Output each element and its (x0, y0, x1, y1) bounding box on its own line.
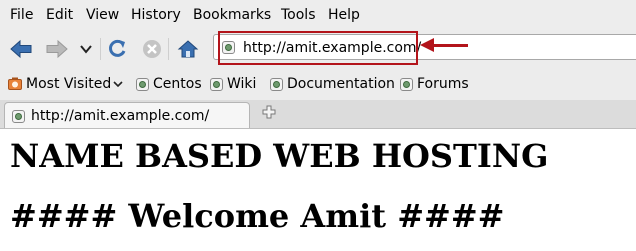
chevron-down-icon (113, 81, 123, 88)
bookmark-wiki[interactable]: Wiki (210, 76, 256, 92)
favicon-icon (136, 77, 149, 91)
home-button[interactable] (175, 36, 201, 62)
home-icon (177, 40, 199, 58)
bookmarks-toolbar: Most Visited Centos Wiki Documentation F… (0, 68, 636, 100)
bookmark-label: Documentation (287, 76, 395, 92)
plus-icon (262, 105, 276, 119)
most-visited-icon (8, 77, 22, 90)
stop-button[interactable] (139, 36, 165, 62)
page-content: NAME BASED WEB HOSTING #### Welcome Amit… (0, 128, 636, 251)
forward-button[interactable] (44, 36, 70, 62)
annotation-arrow-line (432, 44, 468, 47)
favicon-icon (400, 77, 413, 91)
bookmark-documentation[interactable]: Documentation (270, 76, 395, 92)
toolbar-separator (100, 38, 101, 60)
bookmark-label: Most Visited (26, 76, 112, 92)
tab-active[interactable]: http://amit.example.com/ (4, 102, 250, 128)
favicon-icon (210, 77, 223, 91)
bookmark-centos[interactable]: Centos (136, 76, 202, 92)
menu-history[interactable]: History (131, 7, 181, 23)
reload-icon (109, 39, 126, 57)
page-heading: NAME BASED WEB HOSTING (10, 137, 549, 175)
menu-view[interactable]: View (86, 7, 119, 23)
history-dropdown-button[interactable] (74, 36, 98, 62)
bookmark-label: Centos (153, 76, 202, 92)
forward-arrow-icon (46, 39, 68, 59)
menu-file[interactable]: File (10, 7, 33, 23)
menu-bar: File Edit View History Bookmarks Tools H… (0, 0, 636, 30)
stop-icon (143, 40, 161, 58)
favicon-icon (12, 110, 25, 123)
bookmark-forums[interactable]: Forums (400, 76, 469, 92)
bookmark-most-visited[interactable]: Most Visited (8, 76, 123, 92)
bookmark-label: Forums (417, 76, 469, 92)
back-arrow-icon (10, 39, 32, 59)
bookmark-label: Wiki (227, 76, 257, 92)
favicon-icon (270, 77, 283, 91)
url-highlight-box (218, 31, 418, 65)
reload-button[interactable] (104, 36, 130, 62)
chevron-down-icon (80, 45, 92, 54)
welcome-heading: #### Welcome Amit #### (10, 197, 505, 235)
new-tab-button[interactable] (259, 104, 279, 124)
menu-bookmarks[interactable]: Bookmarks (193, 7, 271, 23)
toolbar-separator (168, 38, 169, 60)
menu-help[interactable]: Help (328, 7, 360, 23)
menu-tools[interactable]: Tools (281, 7, 316, 23)
tab-title: http://amit.example.com/ (31, 108, 210, 124)
back-button[interactable] (8, 36, 34, 62)
menu-edit[interactable]: Edit (46, 7, 73, 23)
tab-bar: http://amit.example.com/ (0, 100, 636, 128)
